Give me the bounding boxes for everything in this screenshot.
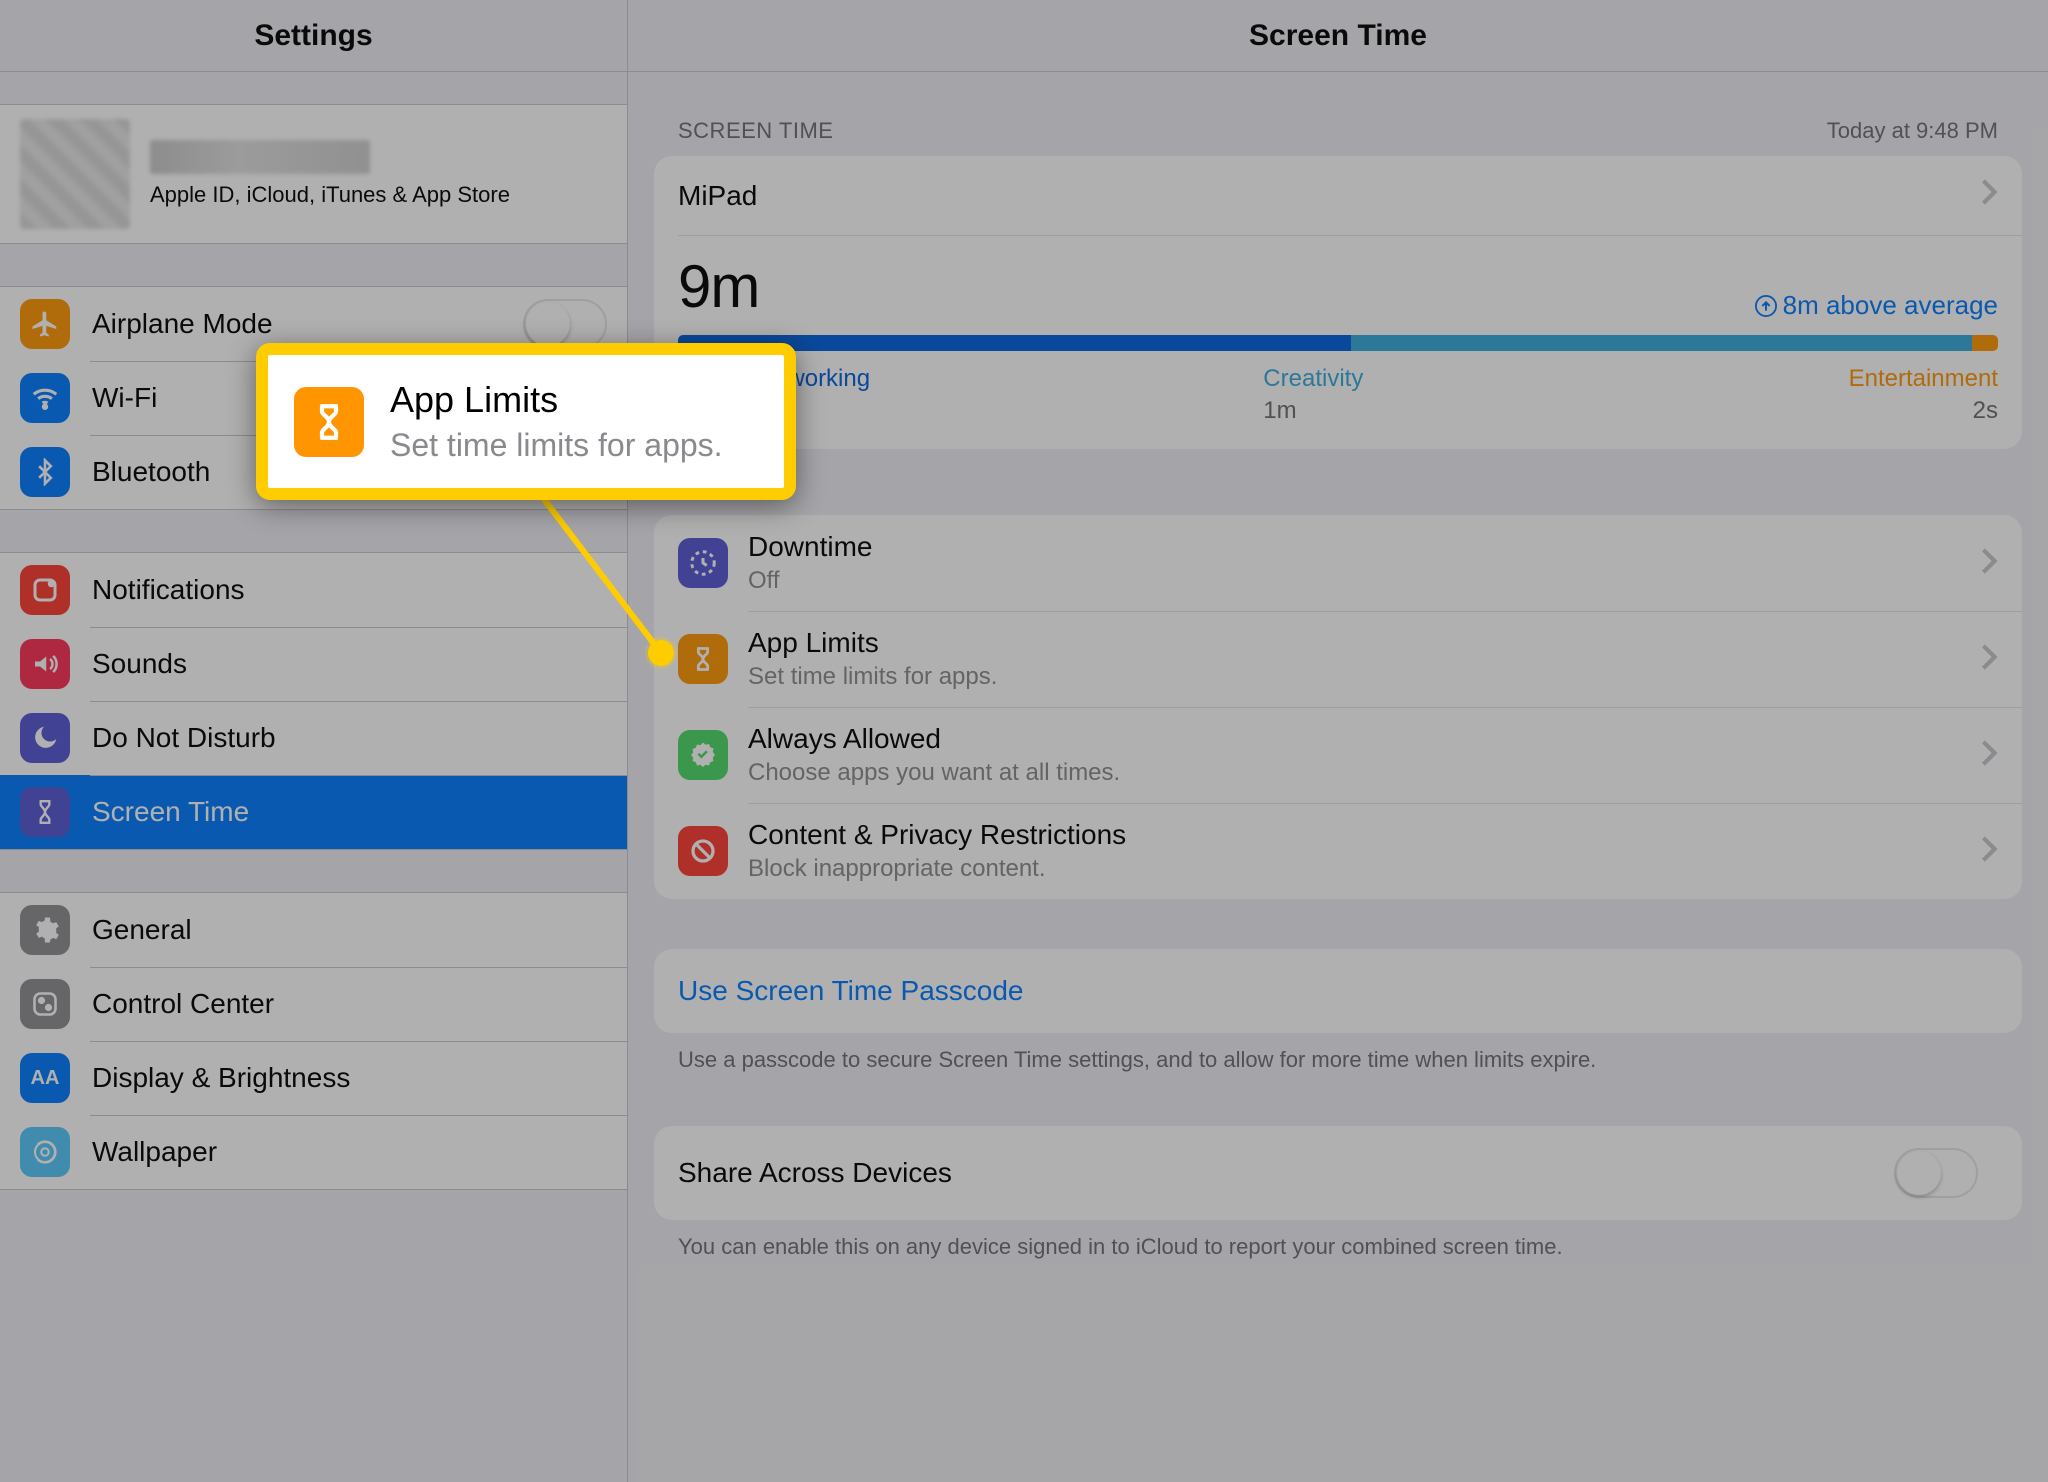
chevron-right-icon	[1980, 643, 1998, 676]
always-sub: Choose apps you want at all times.	[748, 759, 1120, 787]
account-name-redacted	[150, 140, 370, 174]
cat-creativity-name: Creativity	[1263, 365, 1848, 393]
sidebar-item-sounds[interactable]: Sounds	[0, 627, 627, 701]
chevron-right-icon	[1980, 835, 1998, 868]
sidebar-item-screentime[interactable]: Screen Time	[0, 775, 627, 849]
usage-total: 9m	[678, 252, 759, 321]
content-title: Content & Privacy Restrictions	[748, 819, 1126, 851]
sidebar-group-3: General Control Center AA Display & Brig…	[0, 892, 627, 1190]
item-app-limits[interactable]: App Limits Set time limits for apps.	[654, 611, 2022, 707]
airplane-label: Airplane Mode	[92, 308, 273, 340]
sidebar-item-dnd[interactable]: Do Not Disturb	[0, 701, 627, 775]
callout-title: App Limits	[390, 379, 723, 421]
always-title: Always Allowed	[748, 723, 1120, 755]
general-label: General	[92, 914, 192, 946]
device-row[interactable]: MiPad	[654, 156, 2022, 235]
wallpaper-label: Wallpaper	[92, 1136, 217, 1168]
cat-creativity-value: 1m	[1263, 397, 1848, 425]
share-toggle[interactable]	[1894, 1148, 1978, 1198]
sounds-icon	[20, 639, 70, 689]
usage-bar	[678, 335, 1998, 351]
passcode-footer: Use a passcode to secure Screen Time set…	[654, 1033, 2022, 1076]
passcode-card: Use Screen Time Passcode	[654, 949, 2022, 1033]
downtime-title: Downtime	[748, 531, 872, 563]
sidebar-item-control-center[interactable]: Control Center	[0, 967, 627, 1041]
item-content-privacy[interactable]: Content & Privacy Restrictions Block inap…	[654, 803, 2022, 899]
chevron-right-icon	[1980, 547, 1998, 580]
applimits-sub: Set time limits for apps.	[748, 663, 997, 691]
arrow-up-icon	[1755, 295, 1777, 317]
device-name: MiPad	[678, 180, 757, 212]
detail-pane: Screen Time SCREEN TIME Today at 9:48 PM…	[628, 0, 2048, 1482]
usage-categories: Social Networking6m Creativity1m Enterta…	[678, 365, 1998, 425]
share-footer: You can enable this on any device signed…	[654, 1220, 2022, 1263]
screentime-icon	[20, 787, 70, 837]
timestamp: Today at 9:48 PM	[1827, 118, 1998, 144]
airplane-icon	[20, 299, 70, 349]
sidebar-item-display[interactable]: AA Display & Brightness	[0, 1041, 627, 1115]
dnd-label: Do Not Disturb	[92, 722, 276, 754]
account-subtitle: Apple ID, iCloud, iTunes & App Store	[150, 182, 510, 208]
callout-anchor-dot	[648, 640, 674, 666]
callout-sub: Set time limits for apps.	[390, 427, 723, 464]
dnd-icon	[20, 713, 70, 763]
control-center-label: Control Center	[92, 988, 274, 1020]
passcode-link[interactable]: Use Screen Time Passcode	[654, 949, 2022, 1033]
settings-sidebar: Settings Apple ID, iCloud, iTunes & App …	[0, 0, 628, 1482]
notifications-icon	[20, 565, 70, 615]
sounds-label: Sounds	[92, 648, 187, 680]
bluetooth-label: Bluetooth	[92, 456, 210, 488]
applimits-title: App Limits	[748, 627, 997, 659]
share-card: Share Across Devices	[654, 1126, 2022, 1220]
content-sub: Block inappropriate content.	[748, 855, 1126, 883]
sidebar-item-notifications[interactable]: Notifications	[0, 553, 627, 627]
notifications-label: Notifications	[92, 574, 245, 606]
item-always-allowed[interactable]: Always Allowed Choose apps you want at al…	[654, 707, 2022, 803]
section-label: SCREEN TIME	[678, 118, 833, 144]
airplane-toggle[interactable]	[523, 299, 607, 349]
account-row[interactable]: Apple ID, iCloud, iTunes & App Store	[0, 104, 627, 244]
callout-app-limits: App Limits Set time limits for apps.	[256, 343, 796, 500]
display-icon: AA	[20, 1053, 70, 1103]
bluetooth-icon	[20, 447, 70, 497]
chevron-right-icon	[1980, 739, 1998, 772]
limits-list: Downtime Off App Limits Set time limits fo…	[654, 515, 2022, 899]
gear-icon	[20, 905, 70, 955]
hourglass-icon	[678, 634, 728, 684]
item-downtime[interactable]: Downtime Off	[654, 515, 2022, 611]
cat-entertainment-value: 2s	[1849, 397, 1998, 425]
wifi-icon	[20, 373, 70, 423]
avatar	[20, 119, 130, 229]
usage-card: MiPad 9m 8m above average	[654, 156, 2022, 449]
display-label: Display & Brightness	[92, 1062, 350, 1094]
cat-entertainment-name: Entertainment	[1849, 365, 1998, 393]
downtime-icon	[678, 538, 728, 588]
chevron-right-icon	[1980, 178, 1998, 213]
share-title: Share Across Devices	[678, 1157, 952, 1189]
check-seal-icon	[678, 730, 728, 780]
wifi-label: Wi-Fi	[92, 382, 157, 414]
sidebar-group-2: Notifications Sounds Do Not Disturb Scre…	[0, 552, 627, 850]
usage-delta: 8m above average	[1755, 290, 1998, 321]
sidebar-item-general[interactable]: General	[0, 893, 627, 967]
prohibit-icon	[678, 826, 728, 876]
sidebar-item-wallpaper[interactable]: Wallpaper	[0, 1115, 627, 1189]
sidebar-title: Settings	[0, 0, 627, 72]
wallpaper-icon	[20, 1127, 70, 1177]
screentime-label: Screen Time	[92, 796, 249, 828]
settings-split-view: Settings Apple ID, iCloud, iTunes & App …	[0, 0, 2048, 1482]
detail-title: Screen Time	[628, 0, 2048, 72]
downtime-sub: Off	[748, 567, 872, 595]
usage-summary[interactable]: 9m 8m above average Social Networking6m …	[654, 236, 2022, 449]
share-row[interactable]: Share Across Devices	[654, 1126, 2022, 1220]
control-center-icon	[20, 979, 70, 1029]
hourglass-icon	[294, 387, 364, 457]
